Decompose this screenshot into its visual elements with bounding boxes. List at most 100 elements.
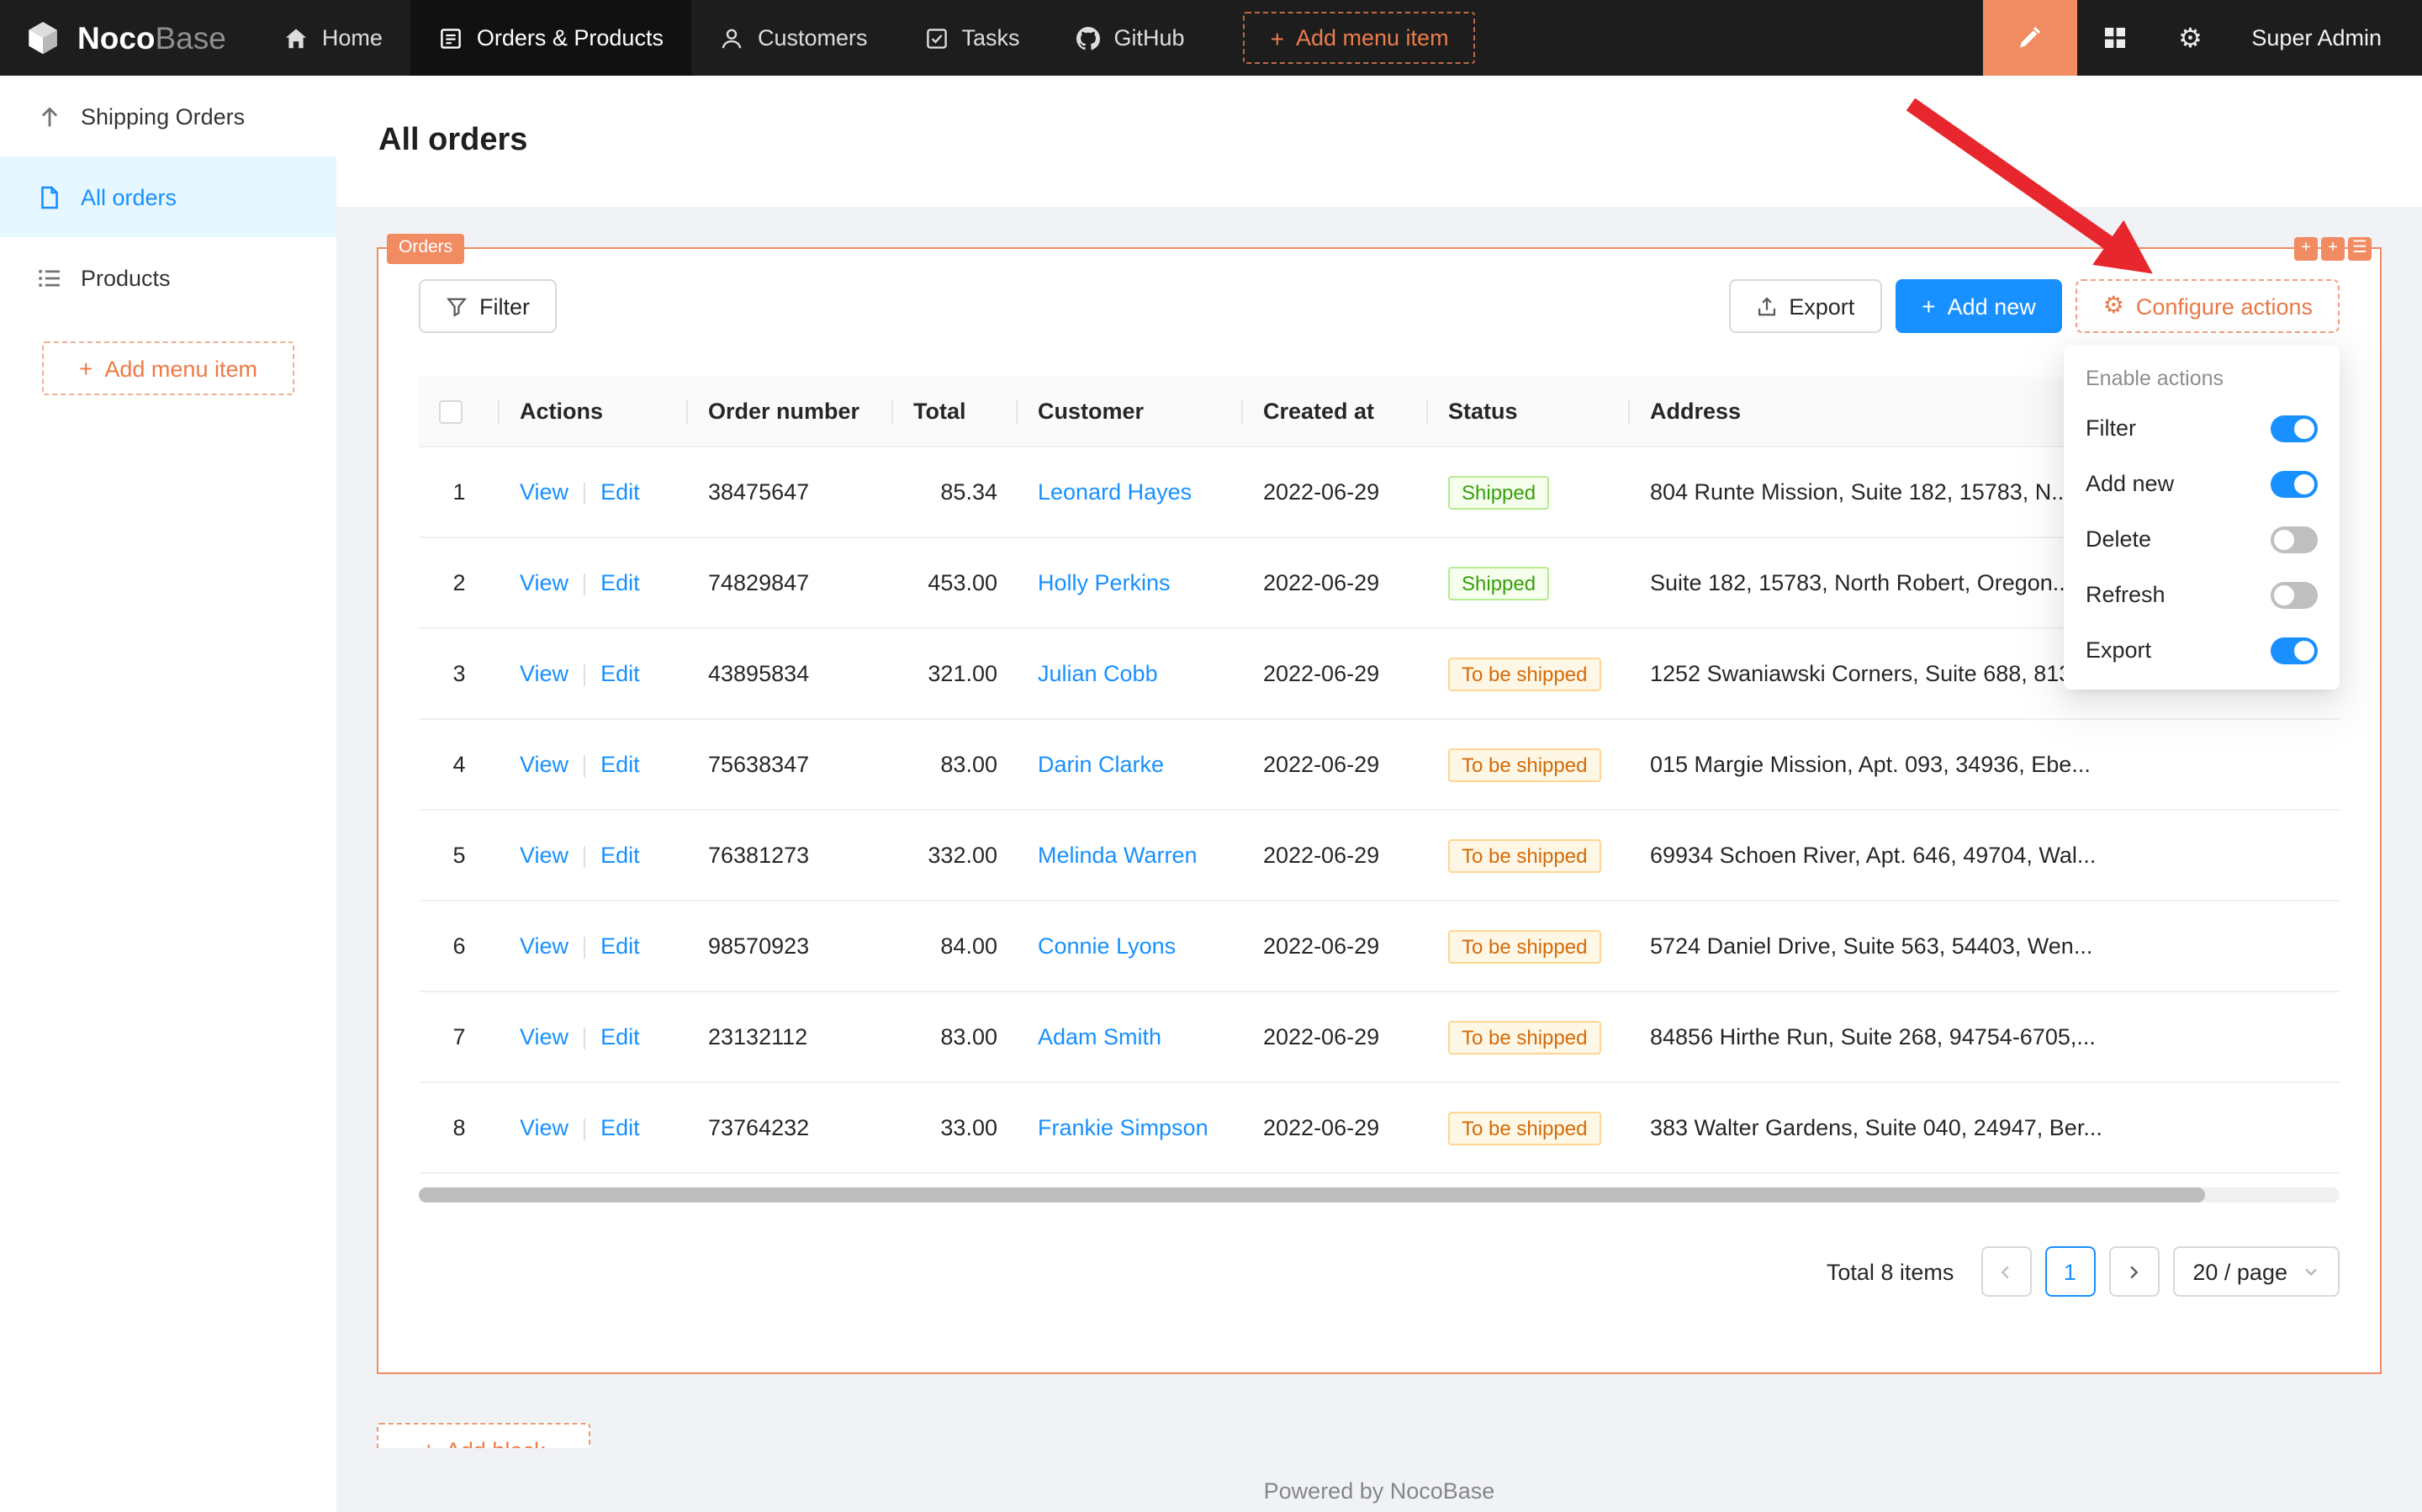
toggle-switch-export[interactable] <box>2271 637 2318 663</box>
table-row: 1ViewEdit3847564785.34Leonard Hayes2022-… <box>419 447 2340 538</box>
configure-actions-button[interactable]: ⚙ Configure actions <box>2076 279 2340 333</box>
sidebar-add-menu-item-button[interactable]: + Add menu item <box>42 341 294 395</box>
next-page-button[interactable] <box>2108 1247 2159 1298</box>
brand[interactable]: NocoBase <box>0 0 256 76</box>
prev-page-button[interactable] <box>1980 1247 2031 1298</box>
toggle-switch-refresh[interactable] <box>2271 581 2318 608</box>
sidebar-item-shipping-orders[interactable]: Shipping Orders <box>0 76 336 156</box>
pagination-total: Total 8 items <box>1827 1260 1954 1285</box>
sidebar-items: Shipping Orders All orders Products <box>0 76 336 318</box>
system-settings-button[interactable]: ⚙ <box>2152 0 2228 76</box>
edit-link[interactable]: Edit <box>600 1116 640 1141</box>
cell-order-number: 23132112 <box>688 992 893 1083</box>
column-header-order-number: Order number <box>688 377 893 447</box>
edit-link[interactable]: Edit <box>600 480 640 505</box>
view-link[interactable]: View <box>520 934 568 960</box>
gear-icon: ⚙ <box>2178 24 2203 51</box>
customer-link[interactable]: Julian Cobb <box>1038 662 1158 687</box>
filter-button[interactable]: Filter <box>419 279 557 333</box>
customer-link[interactable]: Frankie Simpson <box>1038 1116 1208 1141</box>
view-link[interactable]: View <box>520 1116 568 1141</box>
plus-icon: + <box>1271 26 1284 50</box>
customer-link[interactable]: Holly Perkins <box>1038 571 1171 596</box>
add-new-button[interactable]: + Add new <box>1895 279 2062 333</box>
toggle-switch-filter[interactable] <box>2271 415 2318 441</box>
view-link[interactable]: View <box>520 753 568 778</box>
cell-created-at: 2022-06-29 <box>1243 447 1428 538</box>
action-divider <box>584 756 585 778</box>
topnav-add-menu-item-button[interactable]: + Add menu item <box>1244 12 1476 64</box>
nav-item-github[interactable]: GitHub <box>1049 0 1214 76</box>
view-link[interactable]: View <box>520 480 568 505</box>
cell-address: 5724 Daniel Drive, Suite 563, 54403, Wen… <box>1630 901 2340 992</box>
plugin-manager-button[interactable] <box>2076 0 2152 76</box>
toolbar-right: Export + Add new ⚙ Configure actions <box>1728 279 2340 333</box>
sidebar-item-products[interactable]: Products <box>0 237 336 318</box>
edit-link[interactable]: Edit <box>600 571 640 596</box>
view-link[interactable]: View <box>520 662 568 687</box>
customer-link[interactable]: Leonard Hayes <box>1038 480 1192 505</box>
enable-action-label: Delete <box>2086 526 2151 552</box>
ui-editor-button[interactable] <box>1982 0 2076 76</box>
sidebar: Shipping Orders All orders Products + Add … <box>0 76 336 1512</box>
user-menu[interactable]: Super Admin <box>2228 0 2422 76</box>
cell-created-at: 2022-06-29 <box>1243 811 1428 901</box>
customer-link[interactable]: Connie Lyons <box>1038 934 1176 960</box>
scrollbar-thumb[interactable] <box>419 1188 2205 1203</box>
status-badge: To be shipped <box>1448 839 1600 873</box>
select-all-header <box>419 377 500 447</box>
cell-created-at: 2022-06-29 <box>1243 992 1428 1083</box>
page-size-select[interactable]: 20 / page <box>2172 1247 2340 1298</box>
export-button[interactable]: Export <box>1728 279 1881 333</box>
enable-action-export[interactable]: Export <box>2064 622 2340 678</box>
toggle-switch-add-new[interactable] <box>2271 470 2318 497</box>
nav-item-orders-products[interactable]: Orders & Products <box>411 0 692 76</box>
menu-icon[interactable]: ☰ <box>2348 237 2372 261</box>
status-badge: To be shipped <box>1448 1112 1600 1145</box>
topnav-right: ⚙ Super Admin <box>1982 0 2422 76</box>
list-icon <box>37 265 62 290</box>
sidebar-item-all-orders[interactable]: All orders <box>0 156 336 237</box>
configure-actions-label: Configure actions <box>2136 293 2313 319</box>
table-row: 2ViewEdit74829847453.00Holly Perkins2022… <box>419 538 2340 629</box>
customer-link[interactable]: Melinda Warren <box>1038 843 1198 869</box>
enable-action-add-new[interactable]: Add new <box>2064 456 2340 511</box>
view-link[interactable]: View <box>520 1025 568 1050</box>
grid-icon <box>2102 25 2127 50</box>
orders-block: Orders + + ☰ Filter <box>377 247 2382 1374</box>
horizontal-scrollbar[interactable] <box>419 1188 2340 1203</box>
plus-square-icon[interactable]: + <box>2321 237 2345 261</box>
customer-link[interactable]: Adam Smith <box>1038 1025 1161 1050</box>
nav-item-home[interactable]: Home <box>256 0 411 76</box>
view-link[interactable]: View <box>520 571 568 596</box>
add-block-button[interactable]: + Add block <box>377 1423 590 1448</box>
plus-square-icon[interactable]: + <box>2294 237 2318 261</box>
edit-link[interactable]: Edit <box>600 662 640 687</box>
enable-action-delete[interactable]: Delete <box>2064 511 2340 567</box>
toggle-switch-delete[interactable] <box>2271 526 2318 552</box>
top-navbar: NocoBase HomeOrders & ProductsCustomersT… <box>0 0 2422 76</box>
select-all-checkbox[interactable] <box>439 401 463 425</box>
chevron-down-icon <box>2303 1264 2319 1281</box>
block-designer-tag[interactable]: Orders <box>387 234 464 263</box>
view-link[interactable]: View <box>520 843 568 869</box>
cell-total: 84.00 <box>893 901 1018 992</box>
cell-address: 015 Margie Mission, Apt. 093, 34936, Ebe… <box>1630 720 2340 811</box>
cell-created-at: 2022-06-29 <box>1243 901 1428 992</box>
nav-item-tasks[interactable]: Tasks <box>896 0 1049 76</box>
column-header-created-at: Created at <box>1243 377 1428 447</box>
nav-item-customers[interactable]: Customers <box>692 0 896 76</box>
enable-actions-items: FilterAdd new Delete RefreshExport <box>2064 400 2340 678</box>
page-number-button[interactable]: 1 <box>2044 1247 2095 1298</box>
row-actions: View Edit <box>500 811 688 901</box>
edit-link[interactable]: Edit <box>600 934 640 960</box>
edit-link[interactable]: Edit <box>600 843 640 869</box>
cell-customer: Leonard Hayes <box>1018 447 1243 538</box>
customer-link[interactable]: Darin Clarke <box>1038 753 1164 778</box>
sidebar-item-label: All orders <box>81 184 177 209</box>
row-index: 1 <box>419 447 500 538</box>
enable-action-filter[interactable]: Filter <box>2064 400 2340 456</box>
edit-link[interactable]: Edit <box>600 753 640 778</box>
edit-link[interactable]: Edit <box>600 1025 640 1050</box>
enable-action-refresh[interactable]: Refresh <box>2064 567 2340 622</box>
